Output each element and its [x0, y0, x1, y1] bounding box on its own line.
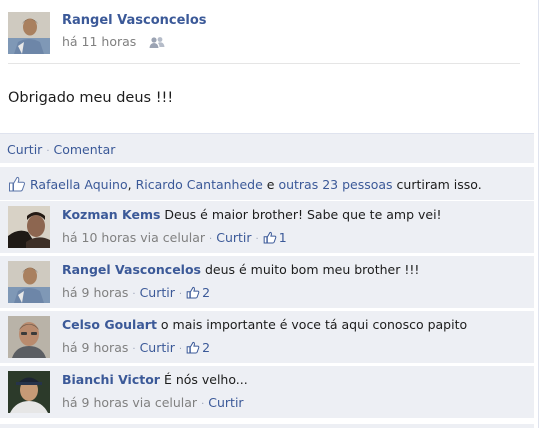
meta-separator: ·	[255, 234, 259, 245]
commenter-avatar[interactable]	[8, 206, 50, 248]
meta-separator: ·	[201, 399, 205, 410]
meta-separator: ·	[132, 344, 136, 355]
comment-body: Bianchi Victor É nós velho...	[62, 372, 248, 387]
thumbs-up-icon	[8, 176, 26, 195]
action-separator: ·	[46, 146, 50, 157]
likes-suffix: curtiram isso.	[392, 177, 482, 192]
meta-separator: ·	[178, 344, 183, 355]
comment-body: Celso Goulart o mais importante é voce t…	[62, 317, 467, 332]
comment-like-count[interactable]: 2	[186, 340, 210, 355]
comment-item: Bianchi Victor É nós velho... há 9 horas…	[0, 365, 534, 418]
commenter-avatar[interactable]	[8, 371, 50, 413]
comment-like-button[interactable]: Curtir	[208, 395, 243, 410]
comment-item: Kozman Kems Deus é maior brother! Sabe q…	[0, 200, 534, 253]
meta-separator: ·	[209, 234, 213, 245]
post-header: Rangel Vasconcelos há 11 horas	[8, 12, 520, 64]
post-actions: Curtir · Comentar	[0, 133, 534, 163]
comment-text: deus é muito bom meu brother !!!	[200, 262, 420, 277]
post-author-name[interactable]: Rangel Vasconcelos	[62, 13, 207, 28]
liker-name-2[interactable]: Ricardo Cantanhede	[136, 177, 263, 192]
post-message: Obrigado meu deus !!!	[8, 90, 174, 106]
comment-meta: há 9 horas · Curtir · 2	[62, 340, 210, 357]
comment-body: Rangel Vasconcelos deus é muito bom meu …	[62, 262, 419, 277]
commenter-avatar[interactable]	[8, 316, 50, 358]
liker-name-1[interactable]: Rafaella Aquino	[30, 177, 128, 192]
comment-item: Rangel Vasconcelos deus é muito bom meu …	[0, 255, 534, 308]
comment-time[interactable]: há 10 horas via celular	[62, 230, 205, 245]
comment-meta: há 9 horas via celular · Curtir	[62, 395, 244, 410]
comment-time[interactable]: há 9 horas via celular	[62, 395, 197, 410]
comment-like-count[interactable]: 1	[263, 230, 287, 245]
like-count-value: 2	[202, 285, 211, 300]
thumbs-up-icon	[186, 341, 200, 357]
author-avatar[interactable]	[8, 12, 50, 54]
comment-like-button[interactable]: Curtir	[216, 230, 251, 245]
like-button[interactable]: Curtir	[7, 142, 42, 157]
comment-meta: há 10 horas via celular · Curtir · 1	[62, 230, 287, 247]
facebook-post: Rangel Vasconcelos há 11 horas Obrigado …	[0, 0, 534, 428]
comment-time[interactable]: há 9 horas	[62, 340, 128, 355]
comment-body: Kozman Kems Deus é maior brother! Sabe q…	[62, 207, 442, 222]
comment-meta: há 9 horas · Curtir · 2	[62, 285, 210, 302]
likes-and-text: e	[262, 177, 279, 192]
comment-text: Deus é maior brother! Sabe que te amp ve…	[160, 207, 442, 222]
next-comment-edge	[0, 423, 534, 428]
comment-text: É nós velho...	[159, 372, 248, 387]
comment-like-button[interactable]: Curtir	[140, 340, 175, 355]
comment-time[interactable]: há 9 horas	[62, 285, 128, 300]
comment-author[interactable]: Celso Goulart	[62, 317, 157, 332]
thumbs-up-icon	[186, 286, 200, 302]
comment-author[interactable]: Rangel Vasconcelos	[62, 262, 201, 277]
right-divider	[538, 0, 539, 428]
comment-like-count[interactable]: 2	[186, 285, 210, 300]
likes-comma: ,	[127, 177, 136, 192]
comment-text: o mais importante é voce tá aqui conosco…	[156, 317, 468, 332]
comment-author[interactable]: Kozman Kems	[62, 207, 160, 222]
comment-author[interactable]: Bianchi Victor	[62, 372, 160, 387]
comment-button[interactable]: Comentar	[54, 142, 116, 157]
friends-icon[interactable]	[149, 36, 165, 49]
post-timestamp[interactable]: há 11 horas	[62, 34, 136, 49]
other-likers-link[interactable]: outras 23 pessoas	[278, 177, 392, 192]
comment-item: Celso Goulart o mais importante é voce t…	[0, 310, 534, 363]
likes-summary: Rafaella Aquino, Ricardo Cantanhede e ou…	[0, 166, 534, 200]
meta-separator: ·	[178, 289, 183, 300]
thumbs-up-icon	[263, 231, 277, 247]
comment-like-button[interactable]: Curtir	[140, 285, 175, 300]
like-count-value: 2	[202, 340, 211, 355]
commenter-avatar[interactable]	[8, 261, 50, 303]
meta-separator: ·	[132, 289, 136, 300]
like-count-value: 1	[278, 230, 287, 245]
